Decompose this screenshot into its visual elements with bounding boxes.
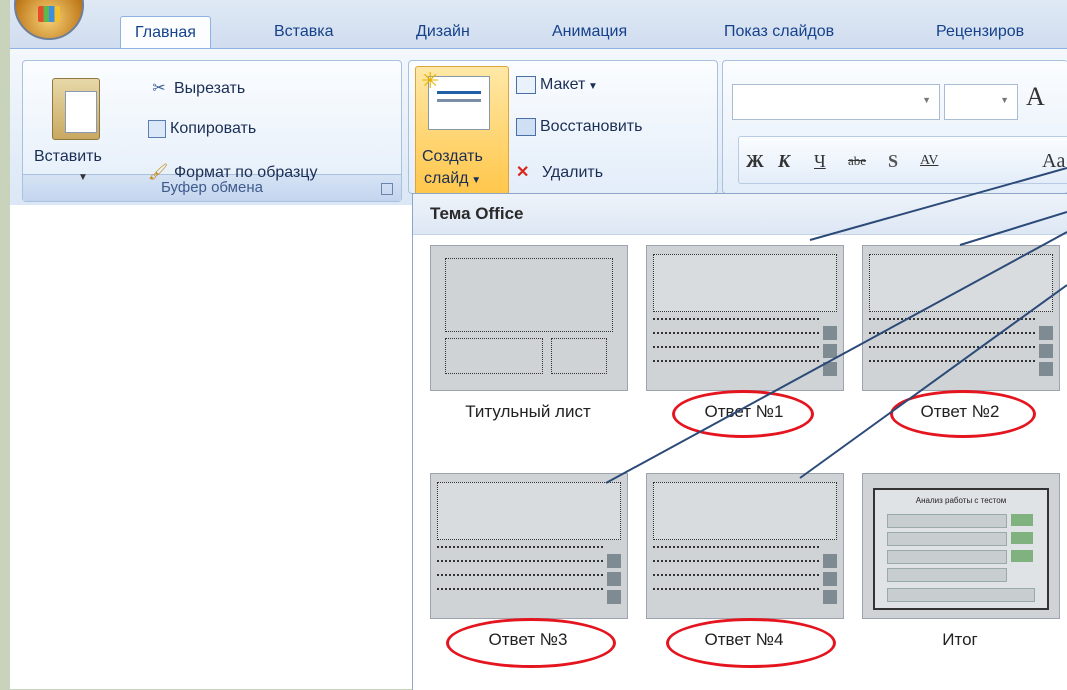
annotation-line: [605, 231, 1067, 484]
annotation-line: [799, 284, 1067, 479]
annotation-lines: [605, 167, 1067, 484]
annotation-line: [809, 167, 1067, 241]
